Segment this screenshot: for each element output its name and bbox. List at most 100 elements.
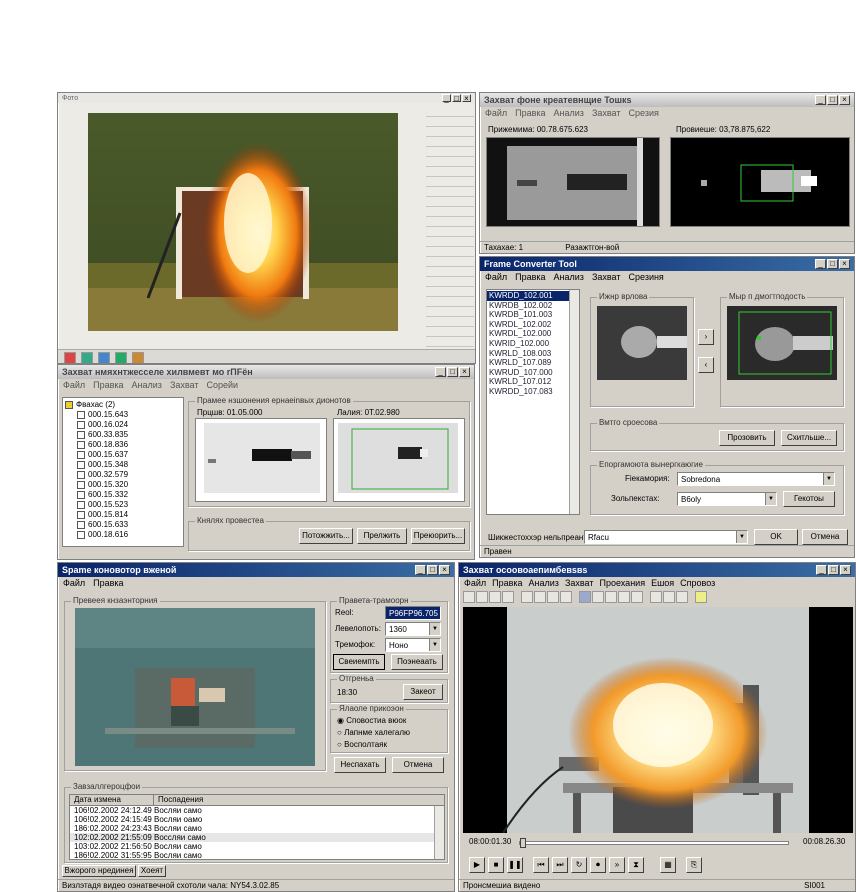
maximize-button[interactable]: □ xyxy=(452,94,461,103)
menu-file[interactable]: Файл xyxy=(485,108,507,119)
menu-analysis[interactable]: Анализ xyxy=(529,578,559,589)
tree-item[interactable]: 000.15.320 xyxy=(65,480,181,490)
continue-button[interactable]: Прелжить xyxy=(357,528,407,544)
app-icon[interactable] xyxy=(81,352,93,363)
photo-editor-titlebar[interactable]: Фото _ □ × xyxy=(58,93,475,103)
new-icon[interactable] xyxy=(463,591,475,603)
list-item[interactable]: KWRDB_102.002 xyxy=(487,301,579,311)
tree-item[interactable]: 000.15.643 xyxy=(65,410,181,420)
chevron-down-icon[interactable]: ▼ xyxy=(823,473,834,485)
crop-icon[interactable] xyxy=(618,591,630,603)
tree-item[interactable]: 000.16.024 xyxy=(65,420,181,430)
chevron-down-icon[interactable]: ▼ xyxy=(765,493,776,505)
resolution-button[interactable]: Гекотоы xyxy=(783,491,835,507)
maximize-button[interactable]: □ xyxy=(427,565,438,575)
tree-item[interactable]: 600.15.633 xyxy=(65,520,181,530)
save-icon[interactable] xyxy=(489,591,501,603)
menu-help[interactable]: Срезиня xyxy=(629,272,664,283)
reset-button[interactable]: Неспахать xyxy=(334,757,386,773)
excel-icon[interactable] xyxy=(115,352,127,363)
record-icon[interactable]: ⏺ xyxy=(590,857,606,873)
list-item[interactable]: KWRDD_107.083 xyxy=(487,387,579,397)
settings-icon[interactable] xyxy=(592,591,604,603)
menu-window[interactable]: Ешоя xyxy=(651,578,674,589)
tree-item[interactable]: 000.15.348 xyxy=(65,460,181,470)
pause-icon[interactable]: ❚❚ xyxy=(507,857,523,873)
close-button[interactable]: × xyxy=(840,565,851,575)
frame-icon[interactable] xyxy=(650,591,662,603)
menu-capture[interactable]: Захват xyxy=(592,108,621,119)
print-icon[interactable] xyxy=(502,591,514,603)
column-header[interactable]: Поспадения xyxy=(154,795,444,805)
tree-item[interactable]: 000.15.814 xyxy=(65,510,181,520)
table-row[interactable]: 103:02.2002 21:56:50 Восляи само xyxy=(70,842,444,851)
loop-icon[interactable]: ↻ xyxy=(571,857,587,873)
menu-edit[interactable]: Правка xyxy=(515,272,545,283)
list-item[interactable]: KWRDD_102.001 xyxy=(487,291,579,301)
compute-button[interactable]: Схитльше... xyxy=(781,430,837,446)
stop-icon[interactable]: ■ xyxy=(488,857,504,873)
menu-edit[interactable]: Правка xyxy=(93,578,123,589)
minimize-button[interactable]: _ xyxy=(442,94,451,103)
menu-edit[interactable]: Правка xyxy=(492,578,522,589)
chevron-down-icon[interactable]: ▼ xyxy=(736,531,747,543)
skip-forward-icon[interactable]: ⏭ xyxy=(552,857,568,873)
tree-item[interactable]: 600.18.836 xyxy=(65,440,181,450)
output-select[interactable]: Rfacu ▼ xyxy=(584,530,748,544)
frame-converter-titlebar[interactable]: Frame Converter Tool _ □ × xyxy=(480,257,854,271)
show-button[interactable]: Поэнеаать xyxy=(391,654,443,670)
menu-capture[interactable]: Захват xyxy=(592,272,621,283)
minimize-button[interactable]: _ xyxy=(815,95,826,105)
cut-icon[interactable] xyxy=(521,591,533,603)
list-item[interactable]: KWRLD_108.003 xyxy=(487,349,579,359)
tree-item[interactable]: 000.18.616 xyxy=(65,530,181,540)
resolution-field[interactable]: P96FP96.705 xyxy=(385,606,441,620)
chevron-down-icon[interactable]: ▼ xyxy=(429,623,440,635)
format-select[interactable]: Sobredona ▼ xyxy=(677,472,835,486)
list-scrollbar[interactable] xyxy=(569,290,579,514)
capture-icon[interactable] xyxy=(579,591,591,603)
filter-icon[interactable] xyxy=(631,591,643,603)
close-button[interactable]: × xyxy=(439,565,450,575)
export-frame-icon[interactable]: ⎘ xyxy=(686,857,702,873)
tree-item[interactable]: 600.33.835 xyxy=(65,430,181,440)
menu-help[interactable]: Срезия xyxy=(629,108,659,119)
maximize-button[interactable]: □ xyxy=(447,367,458,377)
prev-arrow-button[interactable]: ‹ xyxy=(698,357,714,373)
folder-icon[interactable] xyxy=(132,352,144,363)
list-item[interactable]: KWRDL_102.002 xyxy=(487,320,579,330)
cancel-button[interactable]: Отмена xyxy=(802,529,848,545)
next-arrow-button[interactable]: › xyxy=(698,329,714,345)
preview-button[interactable]: Потожжить... xyxy=(299,528,353,544)
table-row[interactable]: 102:02.2002 21:55:09 Воссляи само xyxy=(70,833,444,842)
menu-playback[interactable]: Проехания xyxy=(600,578,646,589)
menu-file[interactable]: Файл xyxy=(63,578,85,589)
export-icon[interactable] xyxy=(663,591,675,603)
chevron-down-icon[interactable]: ▼ xyxy=(429,639,440,651)
zoom-icon[interactable] xyxy=(605,591,617,603)
menu-file[interactable]: Файл xyxy=(485,272,507,283)
speed-icon[interactable]: » xyxy=(609,857,625,873)
menu-capture[interactable]: Захват xyxy=(170,380,199,391)
frame-step-icon[interactable]: ⧗ xyxy=(628,857,644,873)
minimize-button[interactable]: _ xyxy=(435,367,446,377)
menu-help[interactable]: Сорейи xyxy=(207,380,239,391)
cancel-button[interactable]: Отмена xyxy=(392,757,444,773)
maximize-button[interactable]: □ xyxy=(827,259,838,269)
resolution-select[interactable]: B6oly ▼ xyxy=(677,492,777,506)
maximize-button[interactable]: □ xyxy=(827,95,838,105)
word-icon[interactable] xyxy=(98,352,110,363)
tab-more[interactable]: Хоеят xyxy=(138,865,166,877)
table-row[interactable]: 186!02.2002 31:55:95 Восляи само xyxy=(70,851,444,859)
close-button[interactable]: × xyxy=(839,95,850,105)
tree-item[interactable]: 600.15.332 xyxy=(65,490,181,500)
tree-root[interactable]: Фвахас (2) xyxy=(65,400,181,410)
table-row[interactable]: 106!02.2002 24:12.49 Восляи само xyxy=(70,806,444,815)
video-titlebar[interactable]: Захват осоовоаепимбевsвs _ □ × xyxy=(459,563,855,577)
minimize-button[interactable]: _ xyxy=(816,565,827,575)
menu-file[interactable]: Файл xyxy=(464,578,486,589)
list-item[interactable]: KWRUD_107.000 xyxy=(487,368,579,378)
list-item[interactable]: KWRLD_107.089 xyxy=(487,358,579,368)
radio-option[interactable]: ○ Лапнме халегалю xyxy=(337,728,410,737)
close-button[interactable]: × xyxy=(839,259,850,269)
